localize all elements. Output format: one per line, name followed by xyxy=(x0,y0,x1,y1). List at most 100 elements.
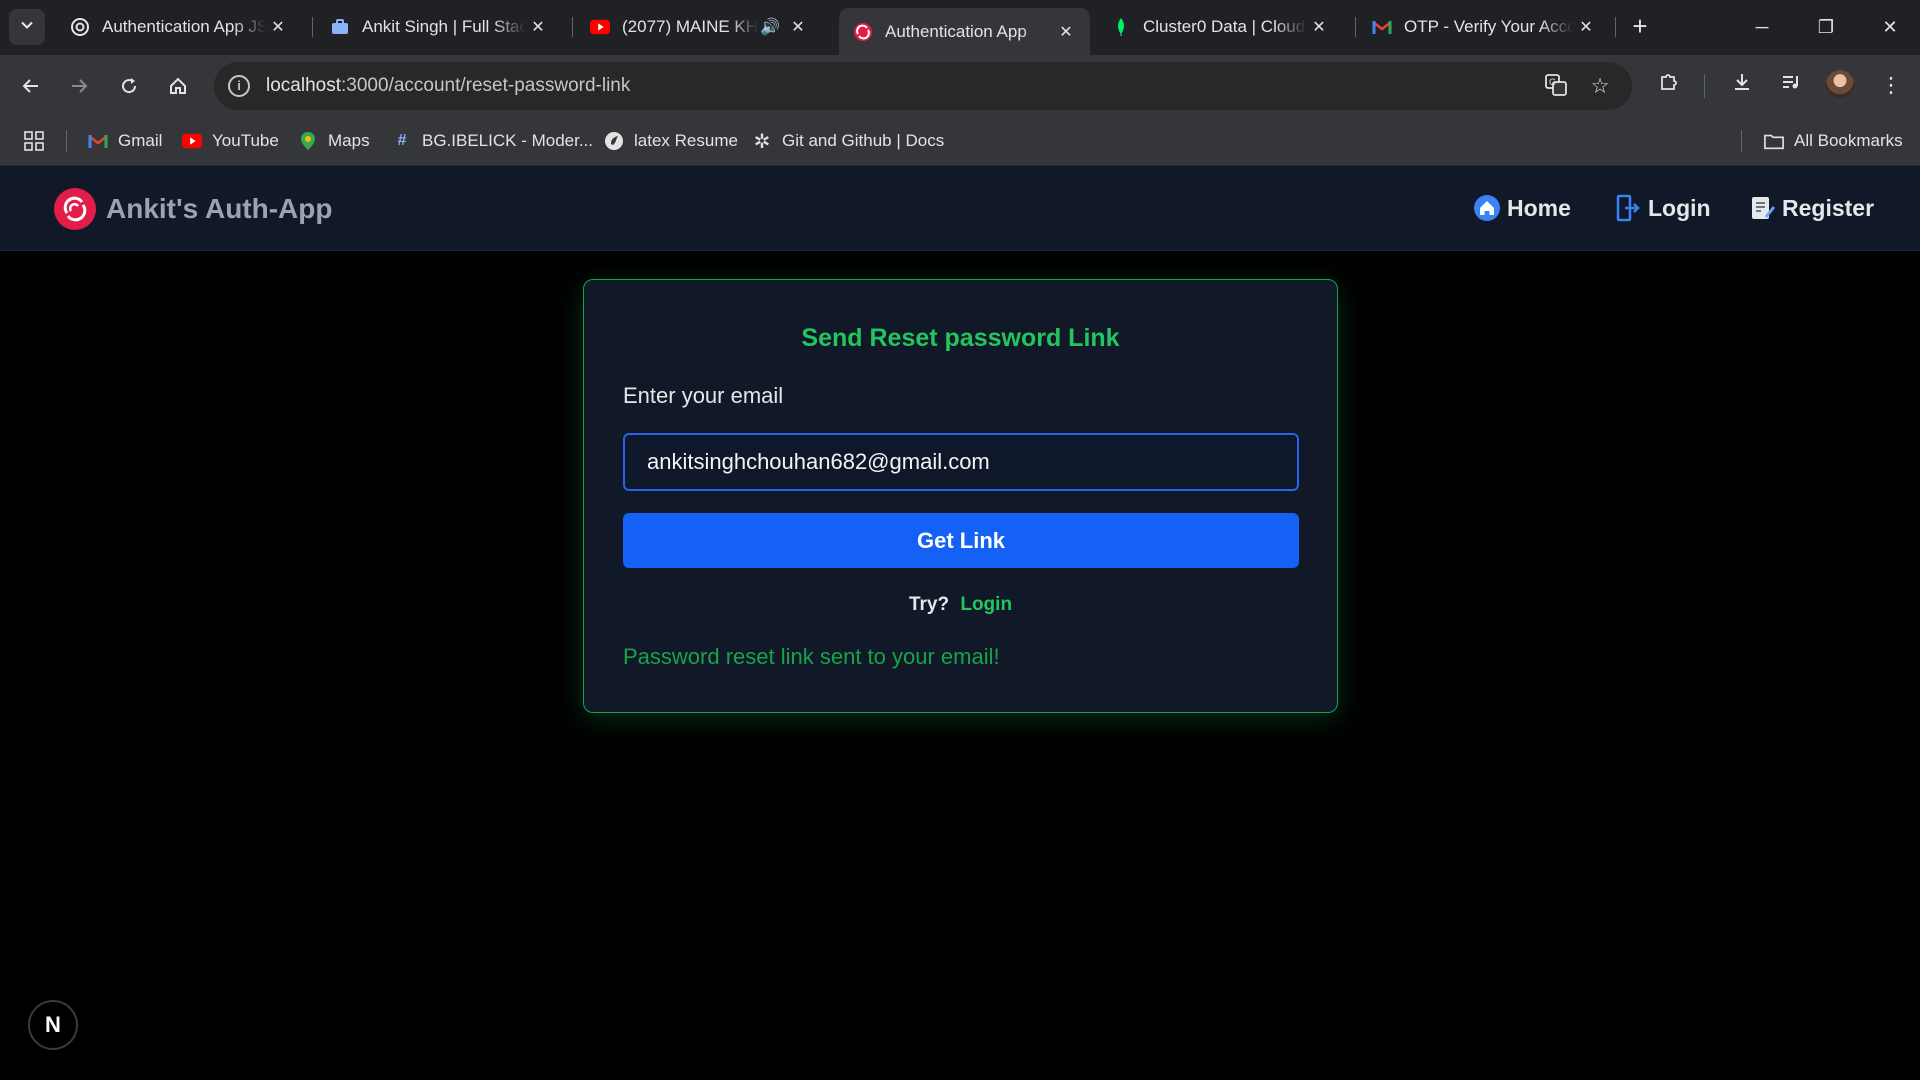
tab-title: Authentication App xyxy=(885,21,1027,41)
tab-title: Cluster0 Data | Cloud xyxy=(1143,17,1306,36)
speaker-icon[interactable]: 🔊 xyxy=(758,15,782,39)
all-bookmarks-label: All Bookmarks xyxy=(1794,131,1903,150)
youtube-icon xyxy=(182,131,202,151)
bookmark-label: Gmail xyxy=(118,131,163,150)
email-input[interactable] xyxy=(623,433,1299,491)
restore-icon[interactable]: ❐ xyxy=(1806,10,1846,44)
tab-divider xyxy=(1355,17,1356,37)
browser-tab-strip: Authentication App JS ✕ Ankit Singh | Fu… xyxy=(0,0,1920,55)
close-icon[interactable]: ✕ xyxy=(786,15,810,39)
bookmarks-bar: Gmail YouTube Maps # BG.IBELICK - Moder.… xyxy=(0,117,1920,166)
all-bookmarks-button[interactable]: All Bookmarks xyxy=(1764,129,1903,153)
url-text: localhost:3000/account/reset-password-li… xyxy=(266,75,631,96)
close-icon[interactable]: ✕ xyxy=(1574,15,1598,39)
tab-title: Ankit Singh | Full Stack xyxy=(362,17,526,36)
download-icon[interactable] xyxy=(1727,71,1757,101)
svg-text:G: G xyxy=(1549,77,1556,87)
email-label: Enter your email xyxy=(623,383,784,408)
home-icon[interactable] xyxy=(161,69,195,103)
brand-link[interactable]: Ankit's Auth-App xyxy=(54,188,332,230)
browser-tab[interactable]: Cluster0 Data | Cloud ✕ xyxy=(1097,8,1343,46)
hash-icon: # xyxy=(397,132,407,149)
tab-search-button[interactable] xyxy=(9,9,45,45)
try-login-row: Try? Login xyxy=(584,594,1337,616)
browser-tab[interactable]: Ankit Singh | Full Stack ✕ xyxy=(316,8,562,46)
media-control-icon[interactable] xyxy=(1776,71,1806,101)
login-door-icon xyxy=(1614,194,1642,222)
form-title: Send Reset password Link xyxy=(801,324,1120,352)
gmail-icon xyxy=(1372,17,1392,37)
tab-title: (2077) MAINE KHU xyxy=(622,17,758,36)
nav-login-label: Login xyxy=(1648,194,1711,221)
more-menu-icon[interactable]: ⋮ xyxy=(1876,71,1906,101)
bookmark-star-icon[interactable]: ☆ xyxy=(1587,74,1613,100)
nav-login-link[interactable]: Login xyxy=(1614,194,1711,222)
bookmark-label: YouTube xyxy=(212,131,279,150)
bookmark-label: latex Resume xyxy=(634,131,738,150)
chevron-down-icon xyxy=(20,18,34,37)
bookmark-youtube[interactable]: YouTube xyxy=(182,129,279,153)
browser-toolbar: i localhost:3000/account/reset-password-… xyxy=(0,55,1920,117)
minimize-icon[interactable]: ─ xyxy=(1742,10,1782,44)
browser-tab-active[interactable]: Authentication App ✕ xyxy=(839,8,1090,55)
close-icon[interactable]: ✕ xyxy=(1307,15,1331,39)
nav-register-label: Register xyxy=(1782,194,1875,221)
bookmark-bg-ibelick[interactable]: # BG.IBELICK - Moder... xyxy=(392,129,593,153)
close-icon[interactable]: ✕ xyxy=(266,15,290,39)
close-icon[interactable]: ✕ xyxy=(526,15,550,39)
tab-title: OTP - Verify Your Acco xyxy=(1404,17,1574,36)
nav-home-label: Home xyxy=(1507,194,1571,221)
maps-pin-icon xyxy=(298,131,318,151)
bookmark-label: Git and Github | Docs xyxy=(782,131,945,150)
auth-logo-icon xyxy=(54,188,96,230)
browser-tab[interactable]: OTP - Verify Your Acco ✕ xyxy=(1358,8,1610,46)
bookmarks-divider xyxy=(1741,130,1742,152)
close-icon[interactable]: ✕ xyxy=(1054,20,1078,44)
gear-icon: ✲ xyxy=(753,130,771,153)
briefcase-icon xyxy=(330,17,350,37)
bookmark-label: Maps xyxy=(328,131,370,150)
nav-home-link[interactable]: Home xyxy=(1473,194,1571,222)
tab-title: Authentication App JS xyxy=(102,17,266,36)
browser-tab[interactable]: (2077) MAINE KHU 🔊 ✕ xyxy=(576,8,822,46)
profile-avatar[interactable] xyxy=(1826,70,1854,98)
bookmark-maps[interactable]: Maps xyxy=(298,129,370,153)
back-arrow-icon[interactable] xyxy=(14,69,48,103)
gmail-icon xyxy=(88,131,108,151)
forward-arrow-icon[interactable] xyxy=(62,69,96,103)
nav-register-link[interactable]: Register xyxy=(1748,194,1874,222)
apps-grid-icon[interactable] xyxy=(24,129,44,153)
auth-app-icon xyxy=(853,22,873,42)
toolbar-divider xyxy=(1704,74,1705,98)
reload-icon[interactable] xyxy=(112,69,146,103)
login-link[interactable]: Login xyxy=(960,594,1012,615)
bookmark-label: BG.IBELICK - Moder... xyxy=(422,131,594,150)
site-info-icon[interactable]: i xyxy=(228,75,250,97)
app-navbar: Ankit's Auth-App Home Login Register xyxy=(0,166,1920,251)
window-close-icon[interactable]: ✕ xyxy=(1870,10,1910,44)
try-text: Try? xyxy=(908,594,950,615)
bookmark-git-github[interactable]: ✲ Git and Github | Docs xyxy=(752,129,945,153)
address-bar[interactable]: i localhost:3000/account/reset-password-… xyxy=(214,62,1632,110)
brand-name: Ankit's Auth-App xyxy=(106,193,333,224)
browser-tab[interactable]: Authentication App JS ✕ xyxy=(56,8,302,46)
get-link-button[interactable]: Get Link xyxy=(623,513,1299,568)
nextjs-dev-badge[interactable]: N xyxy=(28,1000,78,1050)
register-note-icon xyxy=(1748,194,1776,222)
bookmark-gmail[interactable]: Gmail xyxy=(88,129,162,153)
youtube-icon xyxy=(590,17,610,37)
bookmarks-divider xyxy=(66,130,67,152)
reset-password-card: Send Reset password Link Enter your emai… xyxy=(583,279,1338,713)
mongodb-leaf-icon xyxy=(1111,17,1131,37)
translate-icon[interactable]: G xyxy=(1543,74,1569,100)
tab-divider xyxy=(1615,17,1616,37)
home-icon xyxy=(1473,194,1501,222)
new-tab-plus-icon[interactable]: + xyxy=(1626,12,1654,40)
success-message: Password reset link sent to your email! xyxy=(623,644,1000,669)
bookmark-latex-resume[interactable]: latex Resume xyxy=(604,129,738,153)
chatgpt-icon xyxy=(70,17,90,37)
folder-icon xyxy=(1764,131,1784,151)
extensions-puzzle-icon[interactable] xyxy=(1654,71,1684,101)
tab-divider xyxy=(312,17,313,37)
tab-divider xyxy=(572,17,573,37)
